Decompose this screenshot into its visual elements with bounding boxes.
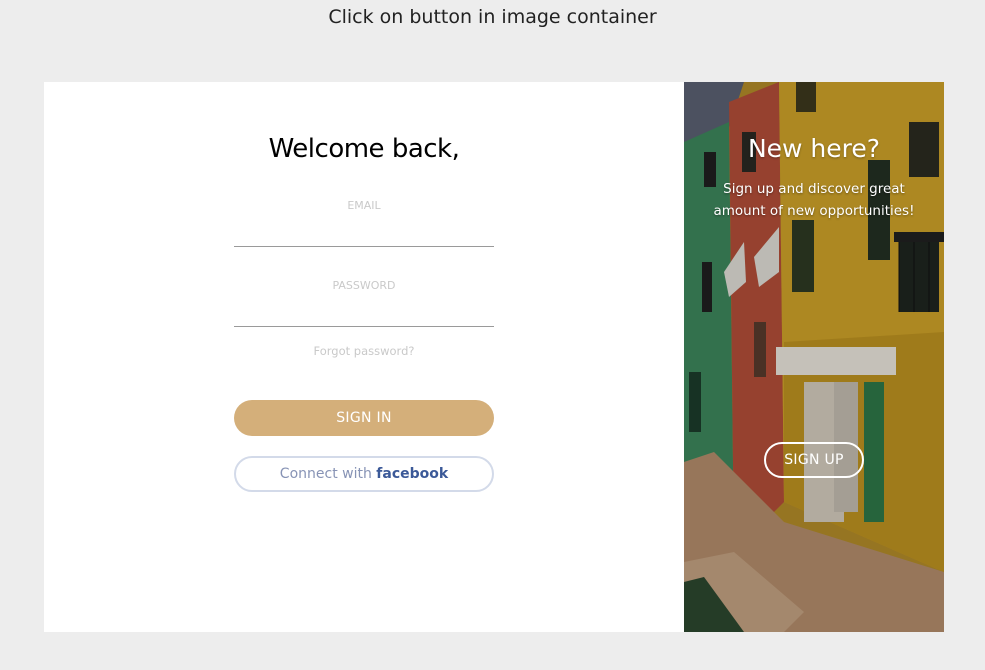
sign-in-button[interactable]: SIGN IN	[234, 400, 494, 436]
sign-in-form: Welcome back, EMAIL PASSWORD Forgot pass…	[44, 82, 684, 632]
new-here-title: New here?	[747, 134, 881, 163]
login-card: Welcome back, EMAIL PASSWORD Forgot pass…	[44, 82, 944, 632]
facebook-connect-prefix: Connect with	[279, 466, 377, 482]
signup-description: Sign up and discover great amount of new…	[713, 181, 915, 219]
password-field-group: PASSWORD	[234, 279, 494, 327]
instruction-text: Click on button in image container	[328, 6, 657, 28]
password-label: PASSWORD	[332, 279, 396, 292]
email-label: EMAIL	[347, 199, 381, 212]
facebook-connect-button[interactable]: Connect with facebook	[234, 456, 494, 492]
image-dim-overlay	[684, 82, 944, 632]
facebook-logo-text: facebook	[376, 466, 449, 482]
sign-up-button[interactable]: SIGN UP	[764, 442, 864, 478]
image-container: New here? Sign up and discover great amo…	[684, 82, 944, 632]
email-field-group: EMAIL	[234, 199, 494, 247]
email-input[interactable]	[234, 220, 494, 247]
welcome-heading: Welcome back,	[268, 134, 460, 164]
forgot-password-link[interactable]: Forgot password?	[44, 344, 684, 358]
password-input[interactable]	[234, 300, 494, 327]
